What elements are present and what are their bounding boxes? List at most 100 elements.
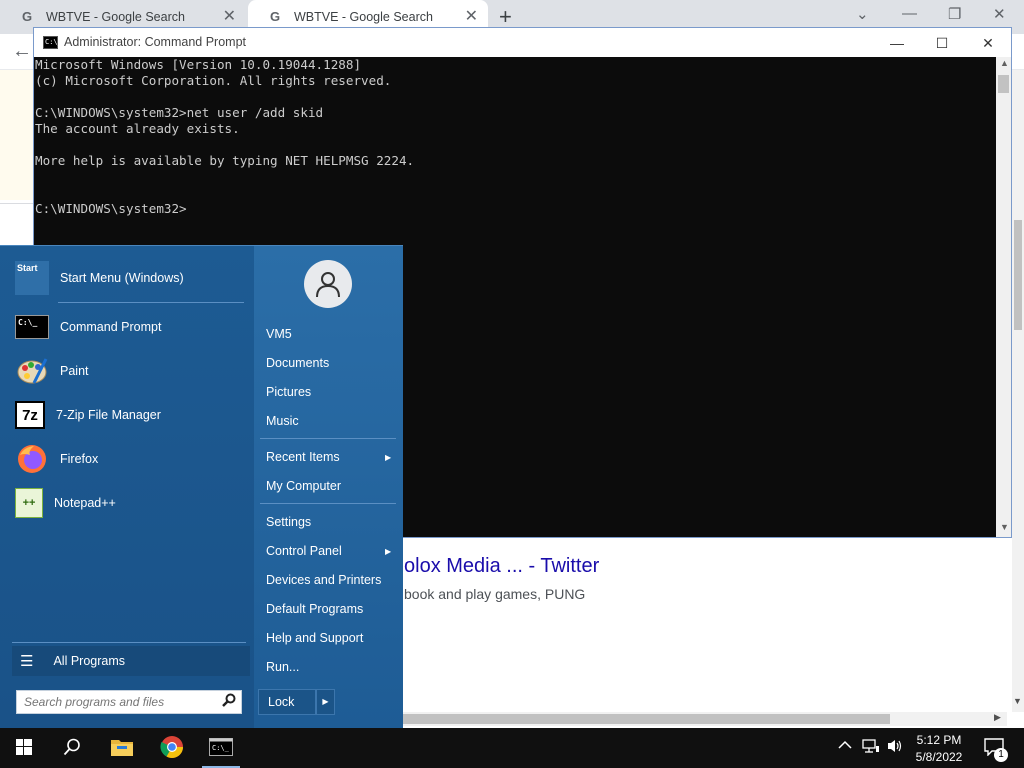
tab-title: WBTVE - Google Search <box>294 10 433 24</box>
scroll-up-arrow-icon[interactable]: ▲ <box>1000 58 1009 68</box>
clock-time[interactable]: 5:12 PM <box>904 733 974 747</box>
start-item-control-panel[interactable]: Control Panel <box>266 544 342 558</box>
clock-date[interactable]: 5/8/2022 <box>904 750 974 764</box>
submenu-arrow-icon: ▶ <box>385 453 392 462</box>
pinned-separator <box>58 302 244 303</box>
console-line: The account already exists. <box>35 121 240 136</box>
page-divider <box>0 203 34 204</box>
all-programs-separator <box>12 642 246 643</box>
pinned-item-label: Notepad++ <box>54 496 116 510</box>
console-line: Microsoft Windows [Version 10.0.19044.12… <box>35 57 362 72</box>
notification-count-badge: 1 <box>994 748 1008 762</box>
start-item-default-programs[interactable]: Default Programs <box>266 602 363 616</box>
7zip-icon: 7z <box>15 401 45 429</box>
firefox-icon <box>15 442 49 476</box>
lock-button[interactable]: Lock <box>258 689 316 715</box>
console-line: C:\WINDOWS\system32>net user /add skid <box>35 105 324 120</box>
page-horizontal-scroll-thumb[interactable] <box>403 714 890 724</box>
scroll-down-arrow-icon[interactable]: ▼ <box>1000 522 1009 532</box>
search-result-title-link[interactable]: olox Media ... - Twitter <box>404 555 599 578</box>
command-prompt-icon: C:\_ <box>209 737 233 759</box>
list-icon: ☰ <box>20 653 34 670</box>
pinned-item-start-menu[interactable]: Start Start Menu (Windows) <box>12 258 246 298</box>
page-vertical-scrollbar[interactable] <box>1012 70 1024 712</box>
pinned-item-7zip[interactable]: 7z 7-Zip File Manager <box>12 395 246 435</box>
all-programs-button[interactable]: ☰ All Programs <box>12 646 250 676</box>
start-item-help-support[interactable]: Help and Support <box>266 631 363 645</box>
taskbar-search-button[interactable] <box>48 728 96 768</box>
volume-icon[interactable] <box>886 738 904 757</box>
google-icon: G <box>22 9 33 24</box>
pinned-item-label: Paint <box>60 364 89 378</box>
start-item-my-computer[interactable]: My Computer <box>266 479 341 493</box>
svg-text:C:\_: C:\_ <box>212 744 230 752</box>
back-arrow-icon[interactable]: ← <box>12 40 32 63</box>
right-pane-separator <box>260 438 396 439</box>
console-line: More help is available by typing NET HEL… <box>35 153 415 168</box>
google-icon: G <box>270 9 281 24</box>
show-hidden-icons-chevron-icon[interactable] <box>838 738 852 753</box>
search-result-snippet: book and play games, PUNG <box>404 586 586 602</box>
page-banner-strip <box>0 70 34 200</box>
paint-palette-icon <box>15 354 49 388</box>
console-prompt-line[interactable]: C:\WINDOWS\system32> <box>35 201 996 217</box>
console-line: (c) Microsoft Corporation. All rights re… <box>35 73 392 88</box>
tab-close-icon[interactable]: ✕ <box>465 9 478 25</box>
windows-logo-icon <box>16 738 32 758</box>
cmd-titlebar[interactable]: C:\_ Administrator: Command Prompt — ☐ ✕ <box>34 28 1011 57</box>
pinned-item-label: Firefox <box>60 452 99 466</box>
search-input[interactable] <box>16 690 242 714</box>
pinned-item-label: Start Menu (Windows) <box>60 271 184 285</box>
browser-close-button[interactable]: ✕ <box>993 5 1006 23</box>
scroll-down-arrow-icon[interactable]: ▼ <box>1013 696 1022 706</box>
pinned-item-label: Command Prompt <box>60 320 162 334</box>
start-item-recent-items[interactable]: Recent Items <box>266 450 340 464</box>
page-vertical-scroll-thumb[interactable] <box>1014 220 1022 330</box>
power-options-arrow-icon[interactable]: ▶ <box>316 689 335 715</box>
taskbar-chrome[interactable] <box>148 728 196 768</box>
start-item-pictures[interactable]: Pictures <box>266 385 311 399</box>
browser-minimize-button[interactable]: — <box>902 5 917 22</box>
start-item-run[interactable]: Run... <box>266 660 299 674</box>
folder-icon <box>110 737 134 760</box>
scroll-right-arrow-icon[interactable]: ▶ <box>994 712 1001 723</box>
search-icon[interactable] <box>222 693 236 710</box>
tab-close-icon[interactable]: ✕ <box>223 9 236 25</box>
search-icon <box>63 738 81 759</box>
pinned-item-paint[interactable]: Paint <box>12 351 246 391</box>
right-pane-separator <box>260 503 396 504</box>
tab-title: WBTVE - Google Search <box>46 10 185 24</box>
all-programs-label: All Programs <box>53 654 125 668</box>
taskbar-file-explorer[interactable] <box>98 728 146 768</box>
start-item-devices-printers[interactable]: Devices and Printers <box>266 573 381 587</box>
start-button[interactable] <box>0 728 48 768</box>
start-item-music[interactable]: Music <box>266 414 299 428</box>
cmd-minimize-button[interactable]: — <box>874 31 920 55</box>
browser-restore-button[interactable]: ❐ <box>948 5 961 23</box>
tab-search-icon[interactable]: ⌄ <box>856 5 869 23</box>
start-item-documents[interactable]: Documents <box>266 356 329 370</box>
cmd-scroll-thumb[interactable] <box>998 75 1009 93</box>
start-item-user[interactable]: VM5 <box>266 327 292 341</box>
command-prompt-icon: C:\_ <box>43 36 62 49</box>
pinned-item-label: 7-Zip File Manager <box>56 408 161 422</box>
start-item-settings[interactable]: Settings <box>266 515 311 529</box>
pinned-item-firefox[interactable]: Firefox <box>12 439 246 479</box>
cmd-window-title: Administrator: Command Prompt <box>64 35 247 49</box>
cmd-maximize-button[interactable]: ☐ <box>919 31 965 55</box>
cmd-vertical-scrollbar[interactable] <box>996 57 1011 537</box>
start-menu: Start Start Menu (Windows) C:\_ Command … <box>0 245 403 729</box>
network-icon[interactable] <box>862 738 880 757</box>
command-prompt-icon: C:\_ <box>15 315 49 339</box>
cmd-close-button[interactable]: ✕ <box>965 31 1011 55</box>
pinned-item-notepad-plus-plus[interactable]: ++ Notepad++ <box>12 483 246 523</box>
user-avatar[interactable] <box>304 260 352 308</box>
pinned-item-command-prompt[interactable]: C:\_ Command Prompt <box>12 307 246 347</box>
taskbar-command-prompt[interactable]: C:\_ <box>197 728 245 768</box>
submenu-arrow-icon: ▶ <box>385 547 392 556</box>
notepad-plus-plus-icon: ++ <box>15 488 43 518</box>
